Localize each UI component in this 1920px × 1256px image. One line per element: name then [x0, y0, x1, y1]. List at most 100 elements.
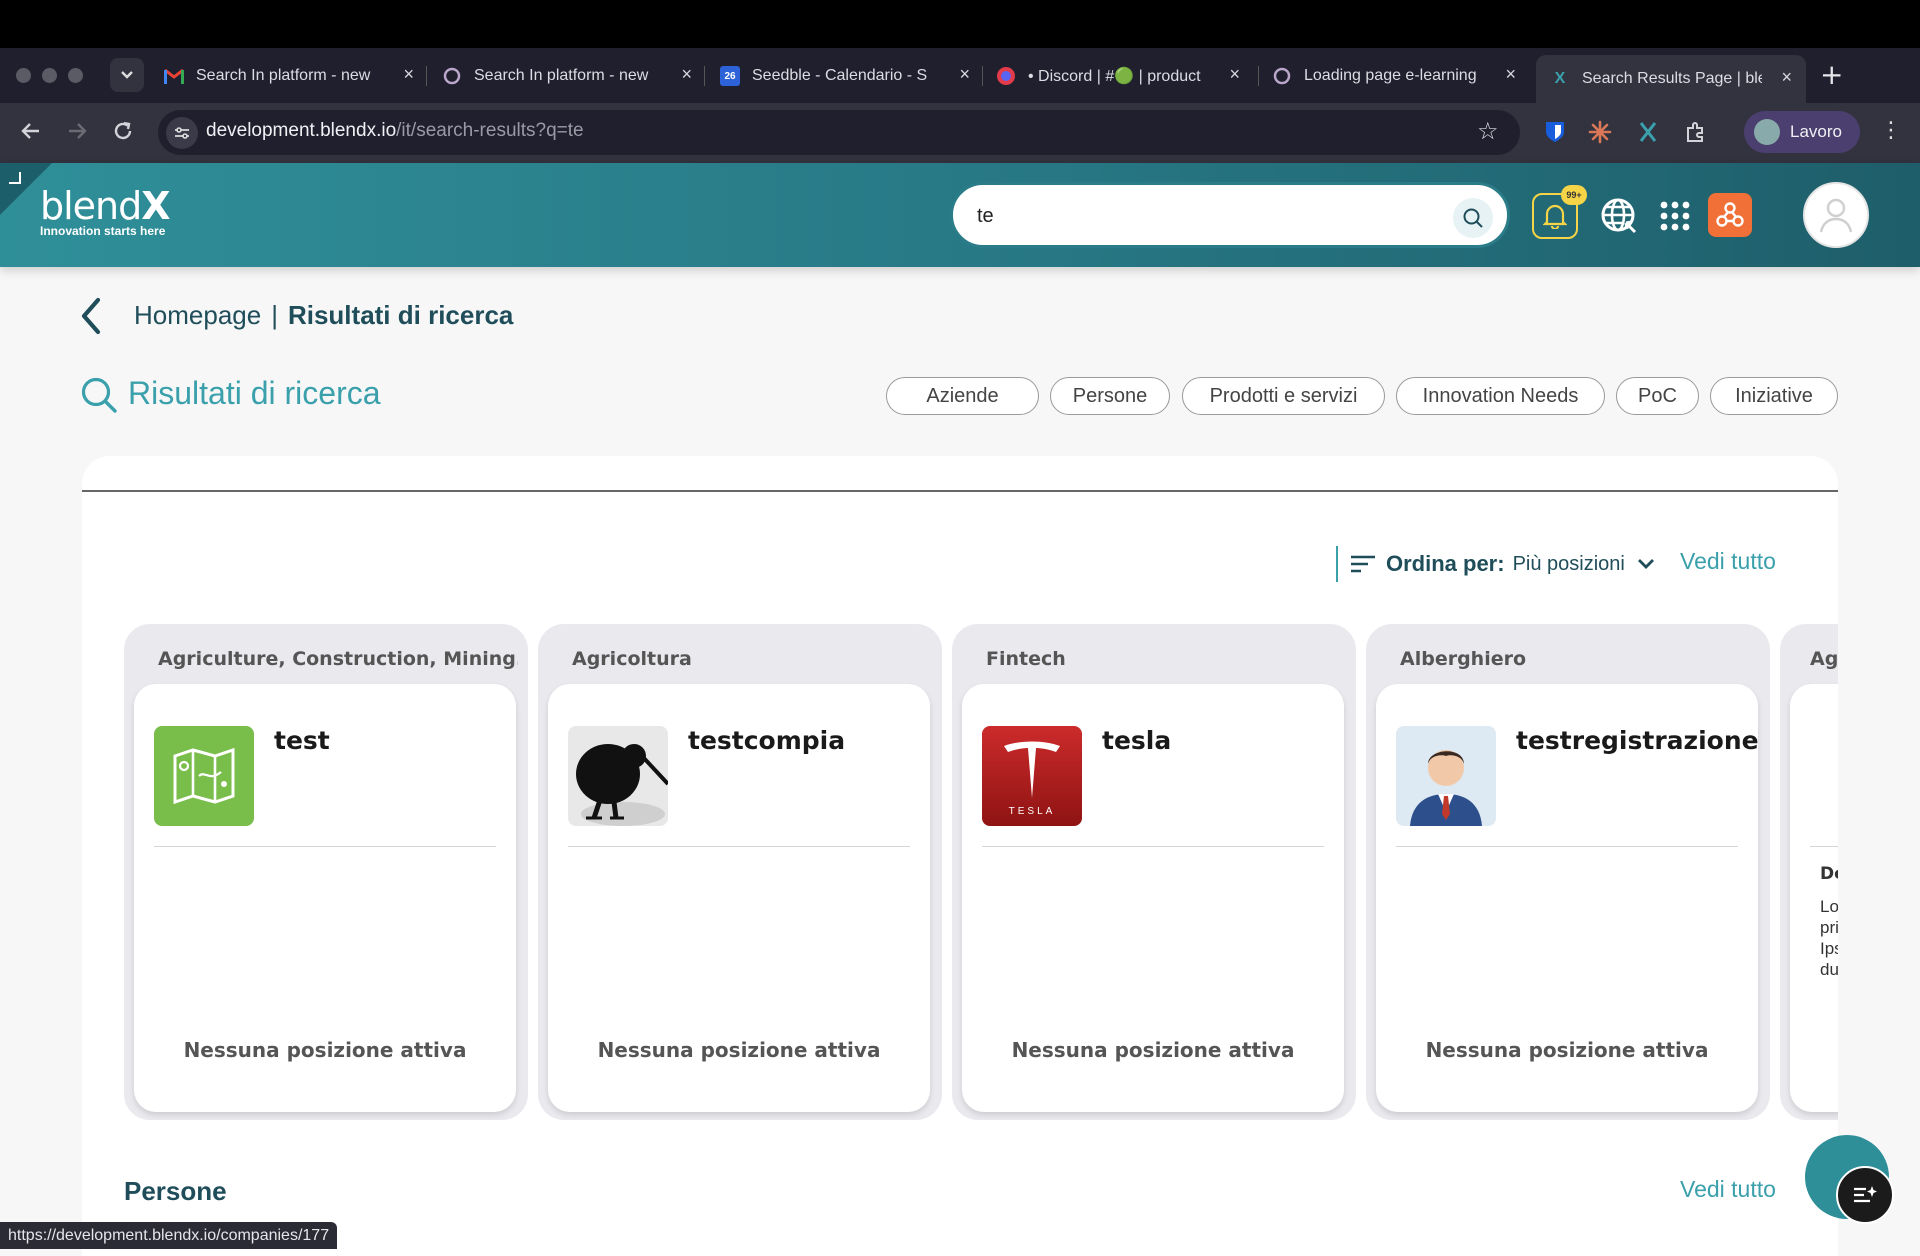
filter-chip-persone[interactable]: Persone	[1050, 377, 1170, 415]
description-label: De	[1820, 864, 1838, 884]
logo-x: X	[141, 184, 170, 228]
company-name[interactable]: test	[274, 726, 330, 755]
filter-chip-innovation-needs[interactable]: Innovation Needs	[1396, 377, 1605, 415]
blendx-icon: X	[1554, 70, 1566, 87]
extensions-puzzle-icon[interactable]	[1682, 118, 1710, 146]
card-divider	[982, 846, 1324, 847]
company-category: Ag	[1810, 648, 1838, 670]
global-search	[950, 182, 1510, 248]
browser-tab[interactable]: 26 Seedble - Calendario - S ×	[720, 56, 970, 96]
language-button[interactable]	[1596, 193, 1642, 239]
browser-tab[interactable]: • Discord | #🟢 | product ×	[996, 56, 1240, 96]
browser-tab[interactable]: Loading page e-learning ×	[1272, 56, 1516, 96]
browser-menu-icon[interactable]: ⋮	[1880, 118, 1902, 143]
claude-extension-icon[interactable]	[1586, 118, 1614, 146]
bookmark-star-icon[interactable]: ☆	[1477, 117, 1499, 145]
tab-close-icon[interactable]: ×	[681, 64, 692, 85]
sort-value: Più posizioni	[1512, 552, 1625, 575]
back-arrow-icon[interactable]	[16, 116, 46, 146]
window-close-button[interactable]	[16, 68, 31, 83]
site-settings-icon[interactable]	[166, 117, 198, 149]
corner-mark-icon	[9, 172, 21, 184]
company-name[interactable]: tesla	[1102, 726, 1171, 755]
see-all-people-link[interactable]: Vedi tutto	[1680, 1176, 1776, 1203]
sort-dropdown[interactable]: Ordina per: Più posizioni	[1336, 546, 1655, 582]
company-switcher-button[interactable]	[1708, 193, 1752, 237]
company-card-body: test Nessuna posizione attiva	[134, 684, 516, 1112]
panel-divider	[82, 490, 1838, 492]
tab-close-icon[interactable]: ×	[959, 64, 970, 85]
profile-label: Lavoro	[1790, 122, 1842, 141]
company-card[interactable]: Ag De Lor prin Ipsu dur	[1780, 624, 1838, 1120]
tab-search-button[interactable]	[110, 58, 144, 92]
notification-badge: 99+	[1561, 185, 1587, 205]
new-tab-button[interactable]: +	[1820, 58, 1843, 91]
filter-chip-iniziative[interactable]: Iniziative	[1710, 377, 1838, 415]
blendx-logo[interactable]: blendX Innovation starts here	[40, 184, 171, 238]
sparkle-list-icon	[1854, 1186, 1877, 1203]
window-zoom-button[interactable]	[68, 68, 83, 83]
discord-icon	[996, 66, 1016, 86]
globe-icon	[1601, 198, 1637, 234]
company-category: Agriculture, Construction, Mining...	[158, 648, 518, 670]
company-card[interactable]: Agriculture, Construction, Mining... tes…	[124, 624, 528, 1120]
apps-grid-button[interactable]	[1652, 193, 1698, 239]
company-name[interactable]: testregistrazione	[1516, 726, 1759, 755]
back-button[interactable]	[78, 296, 104, 340]
company-card[interactable]: Agricoltura testcompia Nessuna posizione…	[538, 624, 942, 1120]
user-avatar-button[interactable]	[1803, 182, 1869, 248]
businessman-avatar-icon	[1396, 726, 1496, 826]
filter-chip-aziende[interactable]: Aziende	[886, 377, 1039, 415]
description-line: dur	[1820, 960, 1838, 979]
tab-close-icon[interactable]: ×	[1781, 67, 1792, 88]
search-icon	[80, 376, 118, 418]
filter-chip-prodotti[interactable]: Prodotti e servizi	[1182, 377, 1385, 415]
assistant-menu-button[interactable]	[1836, 1166, 1894, 1224]
card-divider	[568, 846, 910, 847]
card-divider	[1810, 846, 1838, 847]
tab-title: Search In platform - new	[474, 67, 649, 84]
chevron-left-icon	[81, 297, 101, 335]
tab-separator	[426, 66, 427, 86]
network-logo-icon	[1716, 202, 1744, 227]
profile-avatar	[1754, 119, 1780, 145]
description-line: Lor	[1820, 897, 1838, 916]
card-divider	[154, 846, 496, 847]
filter-chip-poc[interactable]: PoC	[1616, 377, 1699, 415]
url-host: development.blendx.io	[206, 120, 397, 141]
tab-close-icon[interactable]: ×	[1505, 64, 1516, 85]
breadcrumb-home-link[interactable]: Homepage	[134, 300, 261, 330]
company-name[interactable]: testcompia	[688, 726, 845, 755]
profile-button[interactable]: Lavoro	[1744, 111, 1860, 153]
company-card[interactable]: Fintech TESLA tesla Nessuna posizione at…	[952, 624, 1356, 1120]
url-text[interactable]: development.blendx.io/it/search-results?…	[206, 120, 584, 142]
browser-tab[interactable]: Search In platform - new ×	[442, 56, 692, 96]
grid-icon	[1660, 201, 1690, 231]
reload-icon[interactable]	[108, 116, 138, 146]
tab-close-icon[interactable]: ×	[403, 64, 414, 85]
company-card-body: testregistrazione Nessuna posizione atti…	[1376, 684, 1759, 1112]
tab-close-icon[interactable]: ×	[1229, 64, 1240, 85]
see-all-companies-link[interactable]: Vedi tutto	[1680, 548, 1776, 575]
tab-title: Search In platform - new	[196, 67, 371, 84]
calendar-icon: 26	[720, 66, 740, 86]
forward-arrow-icon[interactable]	[62, 116, 92, 146]
bell-icon	[1543, 204, 1567, 229]
browser-tab-active[interactable]: X Search Results Page | ble ×	[1536, 55, 1806, 103]
map-logo-icon	[154, 726, 254, 826]
circle-icon	[442, 66, 462, 86]
bitwarden-extension-icon[interactable]	[1541, 118, 1569, 146]
search-button[interactable]	[1453, 198, 1493, 238]
browser-tab[interactable]: Search In platform - new ×	[164, 56, 414, 96]
window-minimize-button[interactable]	[42, 68, 57, 83]
circle-icon	[1272, 66, 1292, 86]
company-card[interactable]: Alberghiero testregistrazione Nessuna po…	[1366, 624, 1770, 1120]
page-title: Risultati di ricerca	[128, 375, 381, 411]
gmail-icon	[164, 66, 184, 86]
kiwi-logo-icon	[568, 726, 668, 826]
company-cards-carousel: Agriculture, Construction, Mining... tes…	[120, 620, 1838, 1125]
company-status: Nessuna posizione attiva	[183, 1038, 467, 1062]
search-input[interactable]	[977, 201, 1397, 231]
os-menu-bar	[0, 0, 1920, 48]
blendx-extension-icon[interactable]	[1634, 118, 1662, 146]
